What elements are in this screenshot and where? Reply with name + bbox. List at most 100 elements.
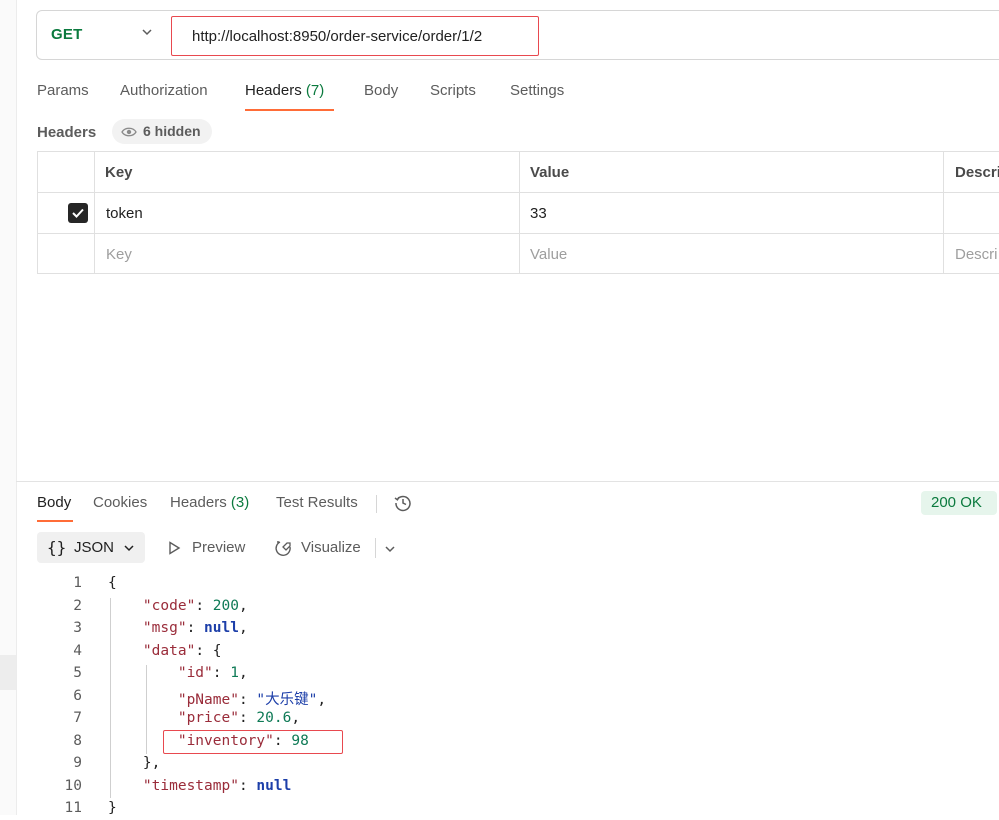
status-badge[interactable]: 200 OK bbox=[921, 491, 997, 515]
code-token: "pName" bbox=[177, 691, 239, 708]
tab-body[interactable]: Body bbox=[364, 82, 398, 99]
url-input[interactable]: http://localhost:8950/order-service/orde… bbox=[192, 28, 482, 45]
code-line: 5 "id": 1, bbox=[0, 662, 999, 685]
method-select[interactable]: GET bbox=[51, 26, 82, 43]
url-bar: GET http://localhost:8950/order-service/… bbox=[36, 10, 999, 60]
toolbar-separator bbox=[375, 538, 376, 558]
indent-guide bbox=[146, 665, 147, 754]
tab-scripts[interactable]: Scripts bbox=[430, 82, 476, 99]
column-header-value: Value bbox=[530, 164, 570, 181]
code-line: 7 "price": 20.6, bbox=[0, 707, 999, 730]
code-token: , bbox=[238, 597, 248, 614]
code-token: : bbox=[186, 620, 205, 636]
line-number: 3 bbox=[73, 620, 82, 636]
response-divider[interactable] bbox=[16, 481, 999, 482]
check-icon bbox=[72, 208, 84, 218]
line-number: 2 bbox=[73, 597, 82, 614]
tab-headers[interactable]: Headers (7) bbox=[245, 82, 324, 99]
code-token: : bbox=[238, 777, 257, 794]
code-token: "price" bbox=[177, 710, 239, 726]
response-tab-headers[interactable]: Headers (3) bbox=[170, 494, 249, 511]
code-text: "id": 1, bbox=[108, 665, 248, 681]
code-text: "code": 200, bbox=[108, 598, 248, 614]
tab-separator bbox=[376, 495, 377, 513]
history-icon[interactable] bbox=[393, 493, 413, 513]
code-token: "data" bbox=[142, 642, 196, 659]
code-line: 6 "pName": "大乐键", bbox=[0, 685, 999, 708]
hidden-headers-toggle[interactable]: 6 hidden bbox=[112, 119, 212, 144]
chevron-down-icon[interactable] bbox=[383, 542, 397, 556]
code-token: : bbox=[238, 710, 257, 726]
code-token: , bbox=[317, 691, 327, 708]
indent-guide bbox=[110, 598, 111, 798]
code-token: "timestamp" bbox=[142, 777, 239, 794]
code-text: "msg": null, bbox=[108, 620, 248, 636]
line-number: 1 bbox=[73, 575, 82, 591]
header-key-cell[interactable]: token bbox=[106, 205, 143, 222]
headers-section-label: Headers bbox=[37, 124, 97, 141]
table-row-empty: Key Value Descri bbox=[38, 234, 999, 274]
code-token: 20.6 bbox=[256, 710, 292, 726]
line-number: 8 bbox=[73, 732, 82, 749]
code-token: , bbox=[291, 710, 301, 726]
line-number: 9 bbox=[73, 755, 82, 771]
tab-params[interactable]: Params bbox=[37, 82, 89, 99]
play-icon bbox=[169, 541, 181, 555]
code-token: : { bbox=[195, 642, 222, 659]
inventory-highlight-box bbox=[163, 730, 343, 754]
code-token: null bbox=[256, 777, 292, 794]
visualize-icon bbox=[275, 541, 291, 556]
code-token: "code" bbox=[142, 597, 196, 614]
code-token: , bbox=[238, 620, 248, 636]
column-header-description: Descri bbox=[955, 164, 999, 181]
code-text: "pName": "大乐键", bbox=[108, 688, 326, 709]
code-text: "data": { bbox=[108, 643, 222, 659]
line-number: 7 bbox=[73, 710, 82, 726]
chevron-down-icon[interactable] bbox=[140, 25, 154, 39]
code-token: , bbox=[238, 665, 248, 681]
new-value-input[interactable]: Value bbox=[530, 246, 567, 263]
response-tab-body[interactable]: Body bbox=[37, 494, 71, 511]
code-line: 11} bbox=[0, 797, 999, 820]
code-token: "id" bbox=[177, 665, 213, 681]
tab-settings[interactable]: Settings bbox=[510, 82, 564, 99]
code-text: }, bbox=[108, 755, 160, 771]
column-header-key: Key bbox=[105, 164, 133, 181]
response-tab-underline bbox=[37, 520, 73, 522]
code-token: : bbox=[195, 597, 213, 614]
status-text: 200 OK bbox=[931, 494, 982, 511]
code-token: { bbox=[108, 575, 117, 591]
header-enabled-checkbox[interactable] bbox=[68, 203, 88, 223]
response-tab-test-results[interactable]: Test Results bbox=[276, 494, 358, 511]
hidden-count: 6 hidden bbox=[143, 123, 201, 139]
code-line: 8 "inventory": 98 bbox=[0, 730, 999, 753]
response-tab-cookies[interactable]: Cookies bbox=[93, 494, 147, 511]
code-token: }, bbox=[142, 755, 161, 771]
line-number: 10 bbox=[64, 777, 82, 794]
code-token: : bbox=[238, 691, 257, 708]
response-headers-count: (3) bbox=[230, 494, 250, 511]
line-number: 11 bbox=[64, 800, 82, 816]
table-header-row: Key Value Descri bbox=[38, 152, 999, 193]
format-select[interactable]: {} JSON bbox=[37, 532, 145, 563]
code-token: "msg" bbox=[142, 620, 187, 636]
format-label: JSON bbox=[74, 539, 115, 556]
code-token: 200 bbox=[212, 597, 239, 614]
code-text: { bbox=[108, 575, 117, 591]
code-token: 1 bbox=[230, 665, 239, 681]
code-line: 2 "code": 200, bbox=[0, 595, 999, 618]
new-description-input[interactable]: Descri bbox=[955, 246, 998, 263]
tab-authorization[interactable]: Authorization bbox=[120, 82, 208, 99]
line-number: 4 bbox=[73, 642, 82, 659]
code-token: } bbox=[108, 800, 117, 816]
new-key-input[interactable]: Key bbox=[106, 246, 132, 263]
code-text: "timestamp": null bbox=[108, 778, 291, 794]
header-value-cell[interactable]: 33 bbox=[530, 205, 547, 222]
code-line: 9 }, bbox=[0, 752, 999, 775]
